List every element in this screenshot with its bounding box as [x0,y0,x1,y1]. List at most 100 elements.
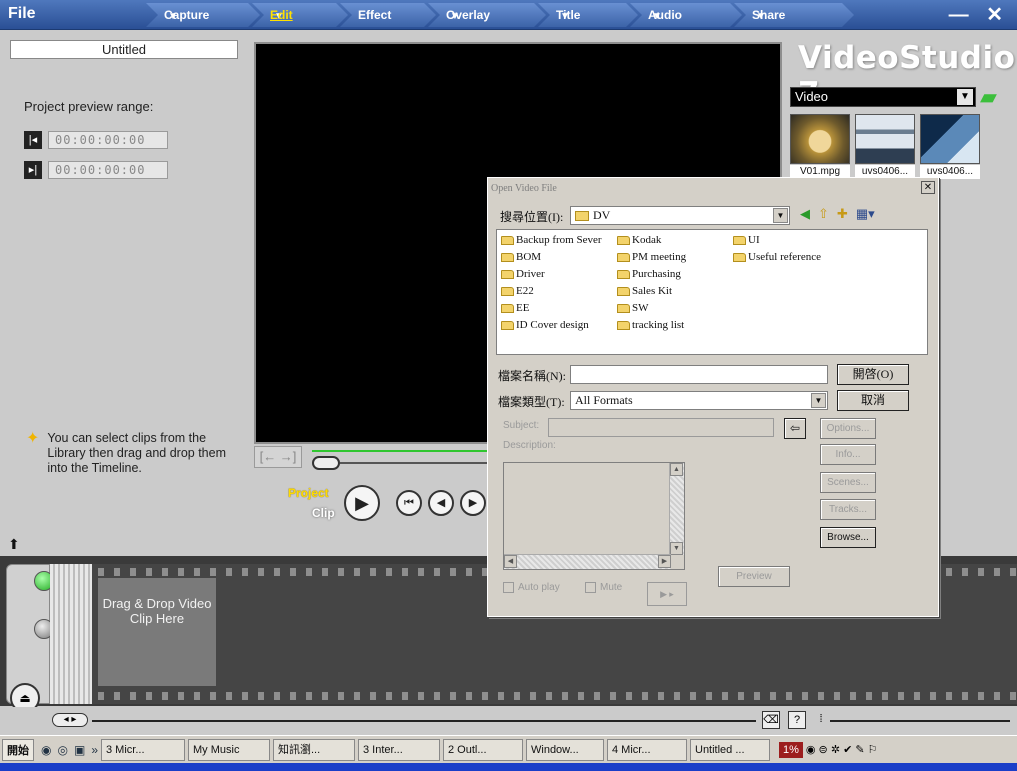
step-capture[interactable]: Capture ▼ [146,3,260,27]
preview-button[interactable]: Preview [718,566,790,587]
window-controls[interactable]: — ✕ [949,2,1009,27]
timecode-start[interactable]: 00:00:00:00 [48,131,168,149]
start-button[interactable]: 開始 [2,738,34,761]
taskbar-item[interactable]: 4 Micr... [607,738,687,761]
zoom-track[interactable] [92,720,756,722]
scroll-left-icon[interactable]: ◀ [504,555,517,568]
info-button[interactable]: Info... [820,444,876,465]
folder-item[interactable]: Kodak [617,234,661,246]
folder-item[interactable]: EE [501,302,529,314]
scroll-up-icon[interactable]: ▲ [670,463,683,476]
mute-checkbox[interactable]: Mute [585,582,622,593]
library-thumbnail[interactable] [920,114,980,164]
folder-icon [733,252,746,262]
new-folder-icon[interactable]: ✚ [837,206,848,222]
timecode-end-row: ▸| 00:00:00:00 [24,161,168,179]
home-button[interactable]: ⏮ [396,490,422,516]
folder-item[interactable]: UI [733,234,760,246]
scroll-down-icon[interactable]: ▼ [670,542,683,555]
videostudio-icon[interactable]: ▣ [74,743,85,757]
quicklaunch-overflow-icon[interactable]: » [91,743,98,757]
file-list[interactable]: Backup from Sever BOM Driver E22 EE ID C… [496,229,928,355]
taskbar-item[interactable]: 3 Inter... [358,738,440,761]
file-menu[interactable]: File [8,5,36,23]
folder-item[interactable]: E22 [501,285,534,297]
insert-subject-icon[interactable]: ⇦ [784,418,806,439]
help-icon[interactable]: ? [788,711,806,729]
step-overlay[interactable]: Overlay ▼ [428,3,546,27]
chevron-down-icon[interactable]: ▼ [957,89,973,105]
look-in-select[interactable]: DV ▼ [570,206,790,225]
previous-frame-button[interactable]: ◀ [428,490,454,516]
filename-input[interactable] [570,365,828,384]
trim-markers-icon[interactable]: [← →] [254,446,302,468]
expand-up-icon[interactable]: ⬆ [8,536,20,553]
options-button[interactable]: Options... [820,418,876,439]
filetype-select[interactable]: All Formats ▼ [570,391,828,410]
folder-item[interactable]: SW [617,302,649,314]
folder-item[interactable]: PM meeting [617,251,686,263]
clip-mode-label[interactable]: Clip [312,506,335,520]
tray-icons[interactable]: ◉ ⊜ ✲ ✔ ✎ ⚐ [806,740,878,760]
autoplay-checkbox[interactable]: Auto play [503,582,560,593]
folder-item[interactable]: BOM [501,251,541,263]
step-effect[interactable]: Effect [340,3,436,27]
taskbar-item[interactable]: 2 Outl... [443,738,523,761]
mini-play-button[interactable]: ▶ ▸ [647,582,687,606]
step-title[interactable]: Title ▼ [538,3,638,27]
open-button[interactable]: 開啓(O) [837,364,909,385]
folder-item[interactable]: tracking list [617,319,684,331]
folder-item[interactable]: Useful reference [733,251,821,263]
tracks-button[interactable]: Tracks... [820,499,876,520]
description-box[interactable]: ▲ ▼ ◀ ▶ [503,462,685,570]
zoom-slider[interactable] [830,720,1010,722]
up-folder-icon[interactable]: ⇧ [818,206,829,222]
back-icon[interactable]: ◀ [800,206,810,222]
mark-in-icon[interactable]: |◂ [24,131,42,149]
horizontal-scrollbar[interactable]: ◀ ▶ [504,554,671,569]
mark-out-icon[interactable]: ▸| [24,161,42,179]
drop-zone[interactable]: Drag & Drop Video Clip Here [98,578,216,686]
library-thumbnail[interactable] [790,114,850,164]
desktop-icon[interactable]: ◉ [41,743,51,757]
jog-slider[interactable] [312,456,340,470]
library-category-select[interactable]: Video ▼ [790,87,976,107]
subject-input[interactable] [548,418,774,437]
open-folder-icon[interactable]: ▰ [980,84,997,110]
close-icon[interactable]: ✕ [921,181,935,194]
folder-item[interactable]: Driver [501,268,545,280]
step-audio[interactable]: Audio ▼ [630,3,742,27]
folder-item[interactable]: Purchasing [617,268,681,280]
scroll-arrows-icon[interactable]: ◂ ▸ [52,713,88,727]
taskbar-item[interactable]: Window... [526,738,604,761]
step-edit[interactable]: Edit ▼ [252,3,348,27]
browse-button[interactable]: Browse... [820,527,876,548]
taskbar-item[interactable]: 3 Micr... [101,738,185,761]
next-frame-button[interactable]: ▶ [460,490,486,516]
project-mode-label[interactable]: Project [288,486,329,500]
trash-icon[interactable]: ⌫ [762,711,780,729]
cancel-button[interactable]: 取消 [837,390,909,411]
folder-item[interactable]: Backup from Sever [501,234,602,246]
chevron-down-icon[interactable]: ▼ [773,208,788,223]
zoom-scale-icon[interactable]: ⁞ [812,711,830,729]
folder-item[interactable]: Sales Kit [617,285,672,297]
taskbar-item[interactable]: My Music [188,738,270,761]
cpu-meter[interactable]: 1% [779,741,803,758]
project-title-field[interactable]: Untitled [10,40,238,59]
folder-item[interactable]: ID Cover design [501,319,589,331]
step-share[interactable]: Share ▼ [734,3,854,27]
taskbar-item[interactable]: Untitled ... [690,738,770,761]
chevron-down-icon[interactable]: ▼ [811,393,826,408]
step-menu-bar: File Capture ▼ Edit ▼ Effect Overlay ▼ Titl… [0,0,1017,30]
scroll-right-icon[interactable]: ▶ [658,555,671,568]
vertical-scrollbar[interactable]: ▲ ▼ [669,463,684,555]
timecode-end[interactable]: 00:00:00:00 [48,161,168,179]
taskbar-item[interactable]: 知訊瀏... [273,738,355,761]
library-thumbnail[interactable] [855,114,915,164]
play-button[interactable]: ▶ [344,485,380,521]
view-menu-icon[interactable]: ▦▾ [856,206,875,222]
browser-icon[interactable]: ◎ [57,743,67,757]
folder-icon [617,269,630,279]
scenes-button[interactable]: Scenes... [820,472,876,493]
